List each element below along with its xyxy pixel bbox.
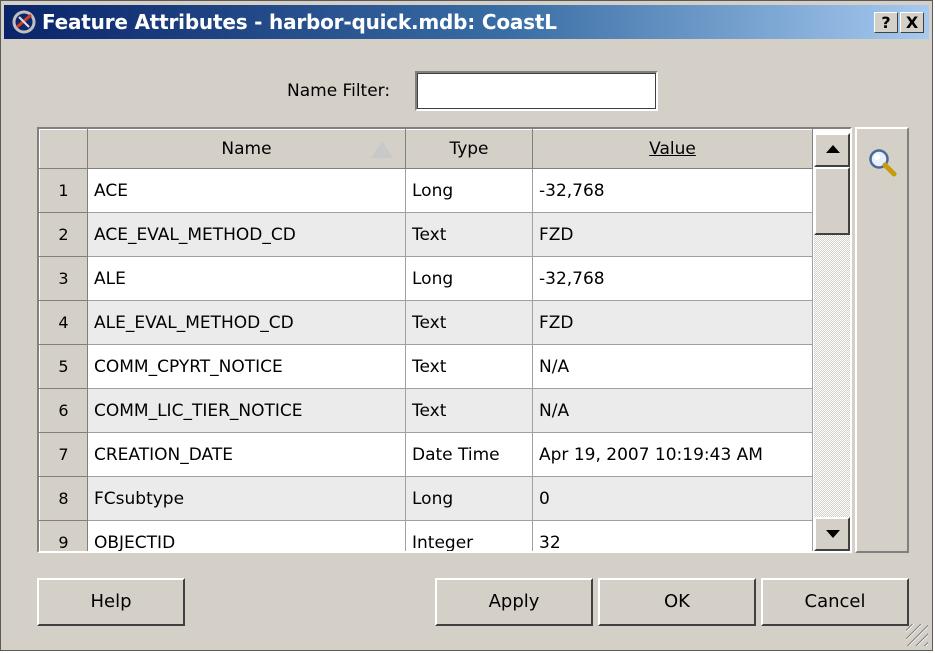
attribute-type[interactable]: Text	[405, 300, 533, 345]
attribute-name[interactable]: OBJECTID	[87, 520, 406, 551]
attribute-type[interactable]: Integer	[405, 520, 533, 551]
vertical-scrollbar[interactable]	[814, 133, 850, 551]
table-row[interactable]: 6 COMM_LIC_TIER_NOTICE Text N/A	[39, 388, 813, 433]
help-button[interactable]: Help	[37, 578, 185, 626]
attributes-table: Name Type Value 1 ACE Long -32,768 2 ACE…	[39, 129, 813, 551]
feature-attributes-dialog: Feature Attributes - harbor-quick.mdb: C…	[0, 0, 933, 651]
attribute-type[interactable]: Text	[405, 388, 533, 433]
table-row[interactable]: 8 FCsubtype Long 0	[39, 476, 813, 521]
ok-button[interactable]: OK	[598, 578, 756, 626]
column-header-type[interactable]: Type	[405, 129, 533, 169]
row-number[interactable]: 5	[39, 344, 88, 389]
title-bar[interactable]: Feature Attributes - harbor-quick.mdb: C…	[4, 5, 929, 39]
attribute-type[interactable]: Text	[405, 344, 533, 389]
table-row[interactable]: 1 ACE Long -32,768	[39, 168, 813, 213]
column-header-value-label: Value	[649, 139, 696, 159]
arrow-down-icon	[826, 530, 840, 538]
app-icon	[12, 10, 36, 34]
resize-grip-icon[interactable]	[906, 624, 928, 646]
cancel-button[interactable]: Cancel	[761, 578, 909, 626]
table-row[interactable]: 3 ALE Long -32,768	[39, 256, 813, 301]
attribute-type[interactable]: Long	[405, 168, 533, 213]
table-row[interactable]: 2 ACE_EVAL_METHOD_CD Text FZD	[39, 212, 813, 257]
table-row[interactable]: 4 ALE_EVAL_METHOD_CD Text FZD	[39, 300, 813, 345]
column-header-name[interactable]: Name	[87, 129, 406, 169]
attribute-value[interactable]: N/A	[532, 344, 813, 389]
attribute-type[interactable]: Text	[405, 212, 533, 257]
attribute-name[interactable]: ACE_EVAL_METHOD_CD	[87, 212, 406, 257]
row-number[interactable]: 6	[39, 388, 88, 433]
tool-panel	[855, 127, 909, 553]
row-number[interactable]: 9	[39, 520, 88, 551]
table-row[interactable]: 7 CREATION_DATE Date Time Apr 19, 2007 1…	[39, 432, 813, 477]
row-number[interactable]: 8	[39, 476, 88, 521]
scroll-up-button[interactable]	[814, 133, 850, 167]
attribute-value[interactable]: FZD	[532, 212, 813, 257]
table-row[interactable]: 9 OBJECTID Integer 32	[39, 520, 813, 551]
row-number[interactable]: 4	[39, 300, 88, 345]
attribute-value[interactable]: -32,768	[532, 168, 813, 213]
attribute-type[interactable]: Date Time	[405, 432, 533, 477]
window-title: Feature Attributes - harbor-quick.mdb: C…	[42, 10, 557, 34]
row-number[interactable]: 1	[39, 168, 88, 213]
attribute-name[interactable]: COMM_CPYRT_NOTICE	[87, 344, 406, 389]
header-row: Name Type Value	[39, 129, 813, 169]
column-header-value[interactable]: Value	[532, 129, 813, 169]
scrollbar-thumb[interactable]	[814, 167, 850, 235]
column-header-name-label: Name	[221, 139, 272, 159]
attribute-value[interactable]: FZD	[532, 300, 813, 345]
attribute-value[interactable]: N/A	[532, 388, 813, 433]
arrow-up-icon	[826, 145, 840, 153]
attribute-name[interactable]: ALE_EVAL_METHOD_CD	[87, 300, 406, 345]
attribute-value[interactable]: 32	[532, 520, 813, 551]
table-row[interactable]: 5 COMM_CPYRT_NOTICE Text N/A	[39, 344, 813, 389]
name-filter-input[interactable]	[415, 71, 658, 111]
attribute-name[interactable]: CREATION_DATE	[87, 432, 406, 477]
row-number[interactable]: 7	[39, 432, 88, 477]
sort-ascending-icon	[371, 141, 393, 158]
corner-header	[39, 129, 88, 169]
name-filter-label: Name Filter:	[287, 81, 391, 101]
attribute-type[interactable]: Long	[405, 256, 533, 301]
attribute-value[interactable]: Apr 19, 2007 10:19:43 AM	[532, 432, 813, 477]
column-header-type-label: Type	[449, 139, 489, 159]
attribute-name[interactable]: ACE	[87, 168, 406, 213]
row-number[interactable]: 3	[39, 256, 88, 301]
apply-button[interactable]: Apply	[435, 578, 593, 626]
close-button[interactable]: X	[900, 12, 924, 33]
magnifier-icon[interactable]	[866, 147, 898, 179]
attribute-value[interactable]: 0	[532, 476, 813, 521]
attribute-name[interactable]: FCsubtype	[87, 476, 406, 521]
attribute-value[interactable]: -32,768	[532, 256, 813, 301]
help-title-button[interactable]: ?	[874, 12, 898, 33]
attributes-grid: Name Type Value 1 ACE Long -32,768 2 ACE…	[37, 127, 852, 553]
attribute-type[interactable]: Long	[405, 476, 533, 521]
scroll-down-button[interactable]	[814, 517, 850, 551]
row-number[interactable]: 2	[39, 212, 88, 257]
attribute-name[interactable]: COMM_LIC_TIER_NOTICE	[87, 388, 406, 433]
attribute-name[interactable]: ALE	[87, 256, 406, 301]
